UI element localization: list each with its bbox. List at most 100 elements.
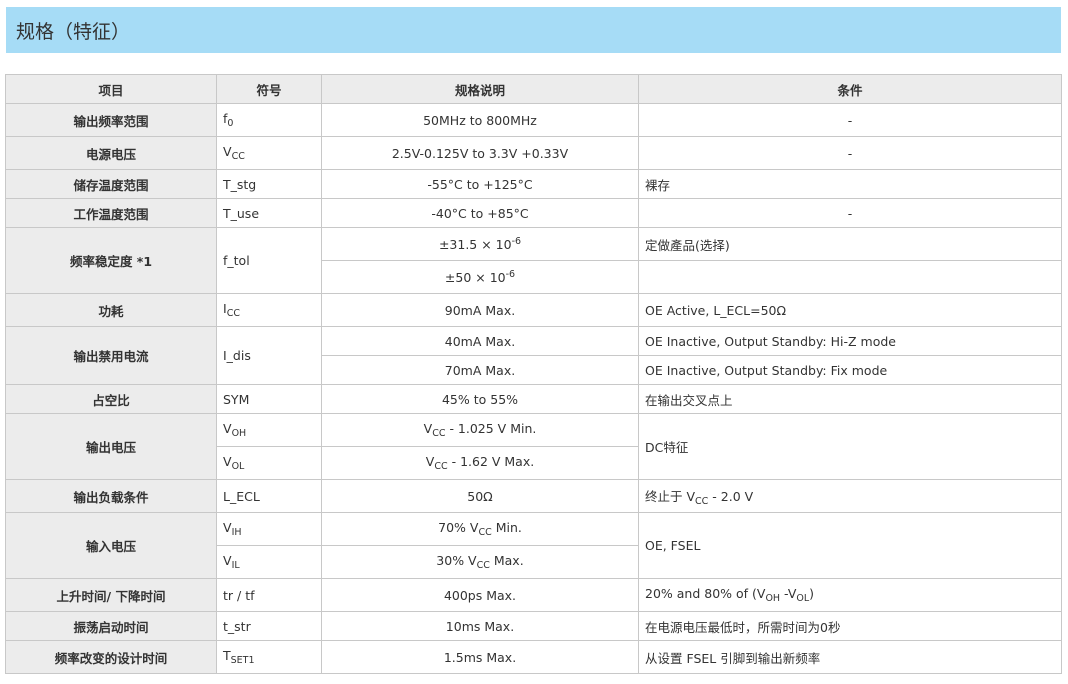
spec-text: ±31.5 × 10 xyxy=(438,237,512,252)
table-header-row: 项目 符号 规格说明 条件 xyxy=(5,74,1062,104)
item-cell: 占空比 xyxy=(5,384,217,414)
condition-cell: DC特征 xyxy=(638,413,1062,480)
symbol-cell: VIL xyxy=(216,545,322,579)
table-row: 储存温度范围 T_stg -55°C to +125°C 裸存 xyxy=(5,169,1062,199)
spec-subscript: CC xyxy=(432,428,446,439)
condition-cell: OE Inactive, Output Standby: Hi-Z mode xyxy=(638,326,1062,356)
condition-cell: 从设置 FSEL 引脚到输出新频率 xyxy=(638,640,1062,674)
symbol-cell: tr / tf xyxy=(216,578,322,612)
symbol-cell: SYM xyxy=(216,384,322,414)
symbol-cell: f_tol xyxy=(216,227,322,294)
condition-cell: 在输出交叉点上 xyxy=(638,384,1062,414)
section-title-bar: 规格（特征） xyxy=(6,7,1061,53)
table-row: 频率稳定度 *1 f_tol ±31.5 × 10-6 定做產品(选择) xyxy=(5,227,1062,294)
condition-cell xyxy=(638,260,1062,294)
item-cell: 振荡启动时间 xyxy=(5,611,217,641)
condition-subscript: OH xyxy=(765,593,781,604)
item-cell: 输出频率范围 xyxy=(5,103,217,137)
table-row: 输出电压 VOH VCC - 1.025 V Min. DC特征 xyxy=(5,413,1062,480)
spec-text: - 1.025 V Min. xyxy=(445,421,537,436)
spec-cell: ±31.5 × 10-6 xyxy=(321,227,639,261)
condition-cell: 裸存 xyxy=(638,169,1062,199)
spec-cell: 30% VCC Max. xyxy=(321,545,639,579)
table-row: 输出频率范围 f0 50MHz to 800MHz - xyxy=(5,103,1062,137)
spec-text: Min. xyxy=(491,520,522,535)
spec-exponent: -6 xyxy=(511,236,522,247)
condition-text: ) xyxy=(809,586,815,601)
spec-cell: VCC - 1.025 V Min. xyxy=(321,413,639,447)
item-cell: 输出电压 xyxy=(5,413,217,480)
spec-cell: 50Ω xyxy=(321,479,639,513)
spec-text: 70% V xyxy=(438,520,479,535)
item-cell: 电源电压 xyxy=(5,136,217,170)
symbol-cell: T_use xyxy=(216,198,322,228)
symbol-subscript: OH xyxy=(231,428,247,439)
symbol-subscript: CC xyxy=(226,308,240,319)
item-cell: 上升时间/ 下降时间 xyxy=(5,578,217,612)
spec-text: - 1.62 V Max. xyxy=(447,454,535,469)
col-header-symbol: 符号 xyxy=(216,74,322,104)
item-cell: 储存温度范围 xyxy=(5,169,217,199)
symbol-subscript: 0 xyxy=(227,118,234,129)
spec-cell: 10ms Max. xyxy=(321,611,639,641)
condition-subscript: CC xyxy=(695,495,709,507)
symbol-cell: f0 xyxy=(216,103,322,137)
spec-cell: 2.5V-0.125V to 3.3V +0.33V xyxy=(321,136,639,170)
spec-cell: 90mA Max. xyxy=(321,293,639,327)
symbol-cell: VOH xyxy=(216,413,322,447)
spec-cell: 50MHz to 800MHz xyxy=(321,103,639,137)
spec-cell: ±50 × 10-6 xyxy=(321,260,639,294)
table-row: 输入电压 VIH 70% VCC Min. OE, FSEL xyxy=(5,512,1062,579)
condition-cell: 定做產品(选择) xyxy=(638,227,1062,261)
section-title: 规格（特征） xyxy=(16,21,131,43)
spec-subscript: CC xyxy=(476,560,490,571)
spec-cell: 1.5ms Max. xyxy=(321,640,639,674)
condition-cell: - xyxy=(638,136,1062,170)
symbol-cell: I_dis xyxy=(216,326,322,385)
symbol-cell: VCC xyxy=(216,136,322,170)
condition-cell: OE Inactive, Output Standby: Fix mode xyxy=(638,355,1062,385)
symbol-cell: TSET1 xyxy=(216,640,322,674)
symbol-subscript: IH xyxy=(231,527,242,538)
spec-cell: -55°C to +125°C xyxy=(321,169,639,199)
spec-exponent: -6 xyxy=(505,269,516,280)
condition-cell: OE, FSEL xyxy=(638,512,1062,579)
condition-text: 20% and 80% of (V xyxy=(645,586,766,601)
spec-cell: 70mA Max. xyxy=(321,355,639,385)
symbol-cell: VOL xyxy=(216,446,322,480)
condition-cell: - xyxy=(638,198,1062,228)
symbol-text: V xyxy=(223,421,232,436)
item-cell: 输出负载条件 xyxy=(5,479,217,513)
symbol-cell: VIH xyxy=(216,512,322,546)
condition-text: -V xyxy=(780,586,797,601)
symbol-cell: T_stg xyxy=(216,169,322,199)
condition-cell: 在电源电压最低时，所需时间为0秒 xyxy=(638,611,1062,641)
condition-subscript: OL xyxy=(796,593,810,604)
symbol-subscript: CC xyxy=(231,151,245,162)
symbol-text: V xyxy=(223,553,232,568)
table-row: 占空比 SYM 45% to 55% 在输出交叉点上 xyxy=(5,384,1062,414)
item-cell: 输出禁用电流 xyxy=(5,326,217,385)
col-header-spec: 规格说明 xyxy=(321,74,639,104)
symbol-text: T xyxy=(223,648,231,663)
spec-subscript: CC xyxy=(434,461,448,472)
col-header-condition: 条件 xyxy=(638,74,1062,104)
condition-cell: OE Active, L_ECL=50Ω xyxy=(638,293,1062,327)
spec-cell: 400ps Max. xyxy=(321,578,639,612)
spec-cell: 40mA Max. xyxy=(321,326,639,356)
symbol-subscript: IL xyxy=(231,560,240,571)
spec-cell: VCC - 1.62 V Max. xyxy=(321,446,639,480)
spec-text: 30% V xyxy=(436,553,477,568)
spec-table: 项目 符号 规格说明 条件 输出频率范围 f0 50MHz to 800MHz … xyxy=(5,74,1062,674)
symbol-text: V xyxy=(223,144,232,159)
item-cell: 工作温度范围 xyxy=(5,198,217,228)
item-cell: 频率稳定度 *1 xyxy=(5,227,217,294)
item-cell: 输入电压 xyxy=(5,512,217,579)
symbol-cell: ICC xyxy=(216,293,322,327)
spec-subscript: CC xyxy=(478,527,492,538)
symbol-text: V xyxy=(223,454,232,469)
item-cell: 功耗 xyxy=(5,293,217,327)
table-row: 电源电压 VCC 2.5V-0.125V to 3.3V +0.33V - xyxy=(5,136,1062,170)
spec-cell: 45% to 55% xyxy=(321,384,639,414)
symbol-subscript: OL xyxy=(231,461,245,472)
